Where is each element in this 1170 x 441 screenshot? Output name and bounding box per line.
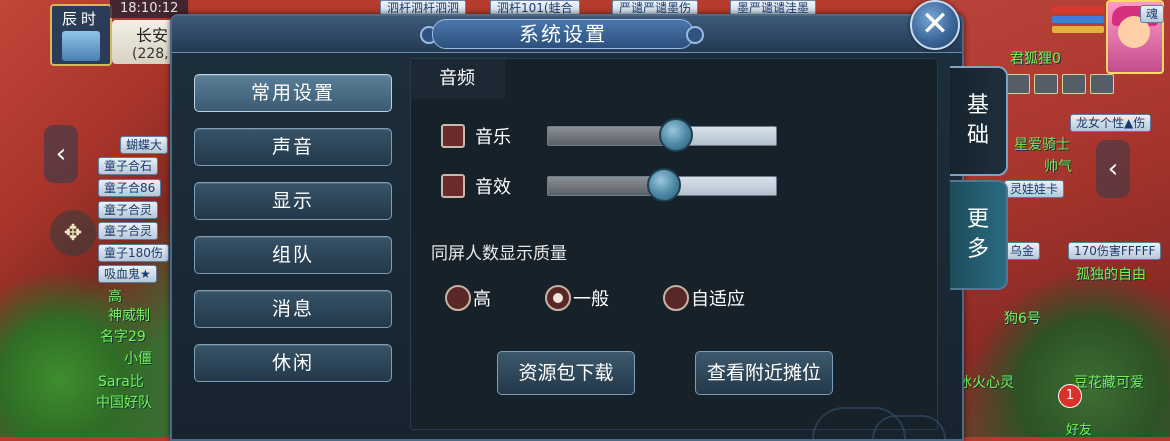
nav-common-settings[interactable]: 常用设置 <box>194 74 392 112</box>
quality-normal-label: 一般 <box>573 289 609 310</box>
player-name: Sara比 <box>98 374 144 390</box>
music-checkbox[interactable] <box>441 124 465 148</box>
tab-basic-char1: 基 <box>966 93 989 118</box>
tab-basic-char2: 础 <box>966 123 989 148</box>
time-icon <box>62 31 100 61</box>
music-volume-slider[interactable] <box>547 118 777 152</box>
title-ornament-icon <box>686 26 704 44</box>
move-dpad-icon[interactable]: ✥ <box>50 210 96 256</box>
nav-team[interactable]: 组队 <box>194 236 392 274</box>
quality-auto-option[interactable]: 自适应 <box>663 285 745 311</box>
left-plate[interactable]: 吸血鬼★ <box>98 265 157 283</box>
section-title-audio: 音频 <box>411 59 505 99</box>
buff-icons <box>1006 74 1114 94</box>
player-name: 高 <box>108 289 122 305</box>
player-name: 星爱骑士 <box>1014 137 1070 153</box>
quality-normal-radio[interactable] <box>545 285 571 311</box>
right-plate[interactable]: 灵娃娃卡 <box>1004 180 1065 198</box>
music-slider-fill <box>548 127 676 145</box>
close-button[interactable]: ✕ <box>910 0 960 50</box>
player-name: 名字29 <box>100 329 146 345</box>
player-name: 狗6号 <box>1004 311 1041 327</box>
settings-panel: 音频 音乐 音效 同屏人数显示质量 高 一般 自适应 资源包下载 查看附近摊位 <box>410 58 938 430</box>
tab-more-char2: 多 <box>966 237 989 262</box>
display-quality-label: 同屏人数显示质量 <box>431 244 567 264</box>
sfx-label: 音效 <box>475 177 511 198</box>
sfx-volume-slider[interactable] <box>547 168 777 202</box>
quality-auto-label: 自适应 <box>691 289 745 310</box>
time-of-day-box[interactable]: 辰时 <box>50 4 112 66</box>
right-arrow-icon[interactable]: ‹ <box>1096 140 1130 198</box>
friend-label[interactable]: 好友 <box>1066 419 1092 438</box>
dialog-header: 系统设置 <box>172 16 962 53</box>
player-name: 君狐狸0 <box>1010 51 1061 67</box>
quality-high-radio[interactable] <box>445 285 471 311</box>
left-plate[interactable]: 蝴蝶大 <box>120 136 169 154</box>
music-slider-knob[interactable] <box>658 118 693 152</box>
nav-sound[interactable]: 声音 <box>194 128 392 166</box>
music-label: 音乐 <box>475 127 511 148</box>
left-plate[interactable]: 童子合灵 <box>98 201 159 219</box>
cloud-ornament <box>872 415 946 439</box>
dialog-title: 系统设置 <box>432 19 694 49</box>
sp-bar <box>1052 26 1104 33</box>
time-label: 辰时 <box>61 10 100 28</box>
player-name: 帅气 <box>1044 159 1072 175</box>
settings-nav: 常用设置 声音 显示 组队 消息 休闲 <box>194 74 392 398</box>
settings-dialog: 系统设置 常用设置 声音 显示 组队 消息 休闲 音频 音乐 音效 同屏人数显示… <box>170 14 964 441</box>
music-row: 音乐 <box>441 118 777 152</box>
nav-display[interactable]: 显示 <box>194 182 392 220</box>
quality-high-option[interactable]: 高 <box>445 285 491 311</box>
right-plate[interactable]: 乌金 <box>1004 242 1041 260</box>
hp-bar <box>1052 6 1104 13</box>
sfx-slider-knob[interactable] <box>647 168 682 202</box>
player-name: 神威制 <box>108 308 150 324</box>
quality-radio-group: 高 一般 自适应 <box>445 285 799 311</box>
sfx-checkbox[interactable] <box>441 174 465 198</box>
left-plate[interactable]: 童子180伤 <box>98 244 169 262</box>
left-arrow-icon[interactable]: ‹ <box>44 125 78 183</box>
player-name: 中国好队 <box>96 395 152 411</box>
quality-auto-radio[interactable] <box>663 285 689 311</box>
nav-messages[interactable]: 消息 <box>194 290 392 328</box>
left-plate[interactable]: 童子合石 <box>98 157 159 175</box>
left-plate[interactable]: 童子合灵 <box>98 222 159 240</box>
mp-bar <box>1052 16 1104 23</box>
sfx-row: 音效 <box>441 168 777 202</box>
notification-badge[interactable]: 1 <box>1058 384 1082 408</box>
tab-more-char1: 更 <box>966 207 989 232</box>
player-name: 小僵 <box>124 351 152 367</box>
view-nearby-stalls-button[interactable]: 查看附近摊位 <box>695 351 833 395</box>
avatar-name-tag: 魂 <box>1139 5 1164 23</box>
player-name: 冰火心灵 <box>958 375 1014 391</box>
player-name: 孤独的自由 <box>1076 267 1146 283</box>
quality-normal-option[interactable]: 一般 <box>545 285 609 311</box>
download-resource-pack-button[interactable]: 资源包下载 <box>497 351 635 395</box>
quality-high-label: 高 <box>473 289 491 310</box>
tab-more[interactable]: 更 多 <box>950 180 1008 290</box>
left-plate[interactable]: 童子合86 <box>98 179 162 197</box>
right-plate[interactable]: 170伤害FFFFF <box>1068 242 1162 260</box>
player-name: 豆花藏可爱 <box>1074 375 1144 391</box>
tab-basic[interactable]: 基 础 <box>950 66 1008 176</box>
nav-leisure[interactable]: 休闲 <box>194 344 392 382</box>
right-plate[interactable]: 龙女个性▲伤 <box>1070 114 1152 132</box>
